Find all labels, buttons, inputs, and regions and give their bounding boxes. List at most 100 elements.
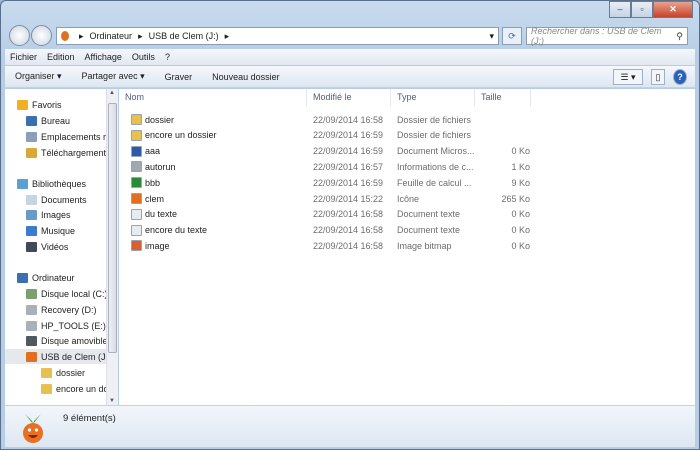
images-icon <box>26 209 37 220</box>
excel-sheet-icon <box>131 177 142 189</box>
back-button[interactable] <box>9 25 30 46</box>
sidebar-item[interactable]: Favoris <box>5 97 106 112</box>
file-type: Image bitmap <box>397 240 452 251</box>
menu-outils[interactable]: Outils <box>127 52 160 62</box>
minimize-button[interactable]: – <box>609 1 631 18</box>
file-type: Dossier de fichiers <box>397 130 472 141</box>
new-folder-button[interactable]: Nouveau dossier <box>202 72 290 82</box>
file-type: Document texte <box>397 225 461 236</box>
address-bar[interactable]: ▸ Ordinateur ▸ USB de Clem (J:) ▸ ▾ <box>56 27 499 45</box>
text-file-icon <box>131 224 142 236</box>
file-type: Document Micros... <box>397 146 475 157</box>
close-button[interactable]: ✕ <box>653 1 693 18</box>
details-pane: 9 élément(s) <box>5 405 695 447</box>
column-header-name[interactable]: Nom <box>119 89 307 106</box>
file-type: Informations de c... <box>397 161 474 172</box>
folder-icon <box>41 383 52 394</box>
sidebar-item[interactable]: Téléchargements <box>5 145 106 160</box>
file-type: Dossier de fichiers <box>397 114 472 125</box>
menu-affichage[interactable]: Affichage <box>80 52 127 62</box>
text-file-icon <box>131 208 142 220</box>
scroll-up-icon[interactable]: ▲ <box>109 90 115 96</box>
navigation-pane: Favoris Bureau Emplacements récents Télécha… <box>5 89 106 405</box>
sidebar-item-label: Disque local (C:) <box>41 288 106 299</box>
file-name: autorun <box>145 161 176 172</box>
sidebar-item[interactable]: Recovery (D:) <box>5 302 106 317</box>
file-name: image <box>145 240 170 251</box>
file-row[interactable]: bbb 22/09/2014 16:59 Feuille de calcul .… <box>125 175 535 190</box>
help-icon[interactable]: ? <box>673 69 687 85</box>
drive-icon <box>26 304 37 315</box>
sidebar-item[interactable]: encore un dossier <box>5 381 106 396</box>
sidebar-item[interactable]: Bureau <box>5 113 106 128</box>
sidebar-item[interactable]: Disque local (C:) <box>5 286 106 301</box>
file-modified: 22/09/2014 16:59 <box>313 177 384 188</box>
view-mode-button[interactable]: ☰ ▾ <box>613 69 643 85</box>
forward-button[interactable] <box>31 25 52 46</box>
chevron-right-icon: ▸ <box>79 30 84 41</box>
scrollbar-thumb[interactable] <box>108 103 117 353</box>
preview-pane-icon[interactable]: ▯ <box>651 69 665 85</box>
address-dropdown-icon[interactable]: ▾ <box>489 31 494 42</box>
file-name: du texte <box>145 209 178 220</box>
breadcrumb-computer[interactable]: Ordinateur <box>90 31 133 41</box>
usb-onion-icon <box>61 31 69 41</box>
file-modified: 22/09/2014 16:58 <box>313 209 384 220</box>
sidebar-item[interactable]: Musique <box>5 223 106 238</box>
sidebar-item-label: USB de Clem (J:) <box>41 351 106 362</box>
file-row[interactable]: image 22/09/2014 16:58 Image bitmap 0 Ko <box>125 238 535 253</box>
search-input[interactable]: Rechercher dans : USB de Clem (J:) ⚲ <box>526 26 688 46</box>
maximize-button[interactable]: ▫ <box>631 1 653 18</box>
share-button[interactable]: Partager avec ▾ <box>72 71 155 82</box>
file-size: 9 Ko <box>511 177 530 188</box>
burn-button[interactable]: Graver <box>155 72 203 82</box>
file-modified: 22/09/2014 16:58 <box>313 240 384 251</box>
menu-edition[interactable]: Edition <box>42 52 80 62</box>
column-header-type[interactable]: Type <box>391 89 475 106</box>
breadcrumb-usb[interactable]: USB de Clem (J:) <box>149 31 219 41</box>
file-row[interactable]: autorun 22/09/2014 16:57 Informations de… <box>125 159 535 174</box>
column-header-size[interactable]: Taille <box>475 89 531 106</box>
sidebar-item[interactable]: USB de Clem (J:) <box>5 349 106 364</box>
menu-bar: Fichier Edition Affichage Outils ? <box>5 49 695 65</box>
sidebar-item[interactable]: Images <box>5 207 106 222</box>
menu-fichier[interactable]: Fichier <box>5 52 42 62</box>
file-list: Nom Modifié le Type Taille dossier 22/09… <box>119 89 695 405</box>
drive-icon <box>26 320 37 331</box>
search-icon: ⚲ <box>676 30 683 41</box>
file-row[interactable]: encore un dossier 22/09/2014 16:59 Dossi… <box>125 128 535 143</box>
refresh-button[interactable]: ⟳ <box>502 27 522 45</box>
file-row[interactable]: aaa 22/09/2014 16:59 Document Micros... … <box>125 144 535 159</box>
command-bar: Organiser ▾ Partager avec ▾ Graver Nouve… <box>5 66 695 88</box>
file-size: 0 Ko <box>511 240 530 251</box>
file-name: clem <box>145 193 165 204</box>
sidebar-item[interactable]: HP_TOOLS (E:) <box>5 318 106 333</box>
scroll-down-icon[interactable]: ▼ <box>109 398 115 404</box>
file-name: encore du texte <box>145 225 208 236</box>
file-row[interactable]: du texte 22/09/2014 16:58 Document texte… <box>125 207 535 222</box>
column-header-modified[interactable]: Modifié le <box>307 89 391 106</box>
sidebar-item[interactable]: Vidéos <box>5 239 106 254</box>
desktop-icon <box>26 115 37 126</box>
file-modified: 22/09/2014 16:57 <box>313 161 384 172</box>
file-size: 0 Ko <box>511 146 530 157</box>
sidebar-item-label: Téléchargements <box>41 147 106 158</box>
recent-places-icon <box>26 131 37 142</box>
sidebar-item[interactable]: Disque amovible <box>5 333 106 348</box>
file-row[interactable]: clem 22/09/2014 15:22 Icône 265 Ko <box>125 191 535 206</box>
sidebar-item-label: Documents <box>41 194 87 205</box>
sidebar-item[interactable]: Documents <box>5 192 106 207</box>
organize-button[interactable]: Organiser ▾ <box>5 71 72 82</box>
file-row[interactable]: encore du texte 22/09/2014 16:58 Documen… <box>125 223 535 238</box>
file-name: bbb <box>145 177 161 188</box>
sidebar-item[interactable]: dossier <box>5 365 106 380</box>
chevron-right-icon: ▸ <box>138 30 143 41</box>
sidebar-item[interactable]: Bibliothèques <box>5 176 106 191</box>
menu-help[interactable]: ? <box>160 52 175 62</box>
file-row[interactable]: dossier 22/09/2014 16:58 Dossier de fich… <box>125 112 535 127</box>
sidebar-item-label: Emplacements récents <box>41 131 106 142</box>
videos-icon <box>26 241 37 252</box>
navigation-scrollbar[interactable]: ▲ ▼ <box>106 89 118 405</box>
sidebar-item[interactable]: Ordinateur <box>5 270 106 285</box>
sidebar-item[interactable]: Emplacements récents <box>5 129 106 144</box>
